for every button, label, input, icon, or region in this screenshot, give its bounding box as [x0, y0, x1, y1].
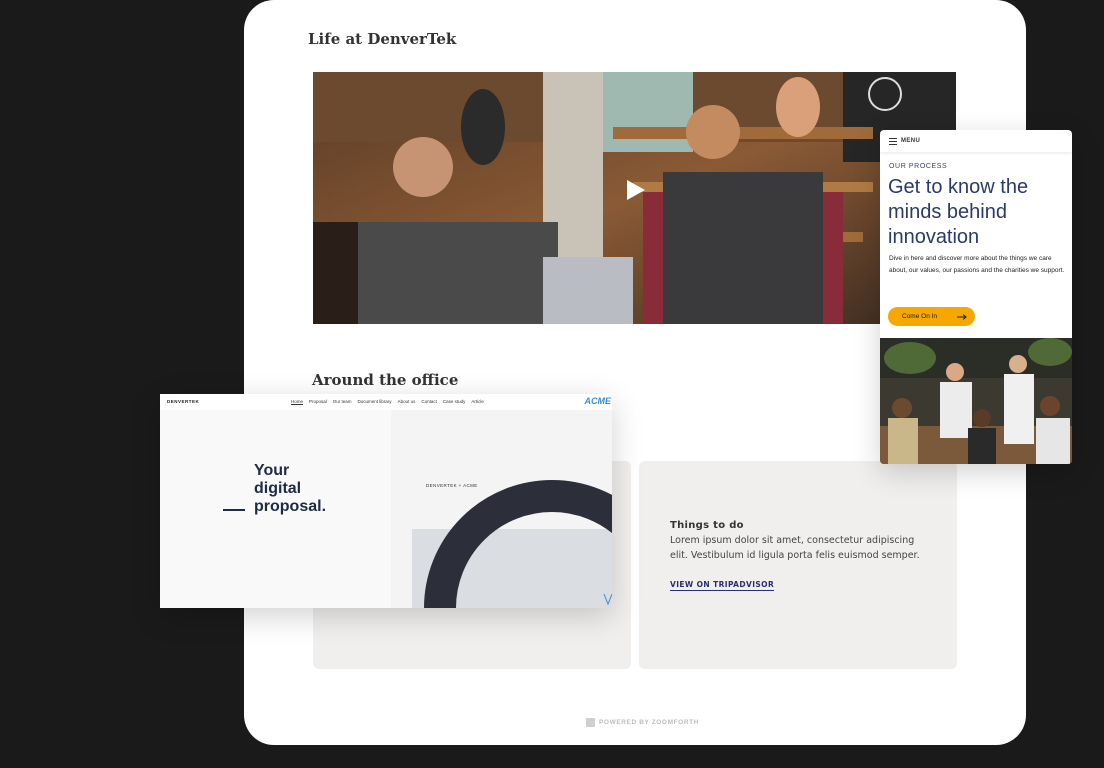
- proposal-title-line-3: proposal.: [254, 498, 327, 515]
- hamburger-icon: [889, 137, 897, 145]
- things-to-do-body: Lorem ipsum dolor sit amet, consectetur …: [670, 535, 920, 561]
- nav-contact[interactable]: Contact: [421, 399, 437, 405]
- nav-our-team[interactable]: Our team: [333, 399, 352, 405]
- proposal-title-line-2: digital: [254, 480, 302, 497]
- nav-about-us[interactable]: About us: [398, 399, 416, 405]
- proposal-nav-bar: DENVERTEK Home Proposal Our team Documen…: [160, 394, 612, 410]
- around-the-office-title: Around the office: [312, 371, 459, 389]
- things-to-do-content: Things to do Lorem ipsum dolor sit amet,…: [670, 520, 930, 591]
- proposal-graphic: [412, 480, 612, 608]
- video-player[interactable]: [313, 72, 956, 324]
- life-at-denvertek-title: Life at DenverTek: [308, 30, 457, 48]
- team-photo: [880, 338, 1072, 464]
- proposal-title-line-1: Your: [254, 462, 290, 479]
- nav-home[interactable]: Home: [291, 399, 304, 405]
- arrow-right-icon: [957, 313, 967, 320]
- mobile-preview: MENU OUR PROCESS Get to know the minds b…: [880, 130, 1072, 464]
- our-process-eyebrow: OUR PROCESS: [889, 163, 948, 170]
- nav-document-library[interactable]: Document library: [358, 399, 392, 405]
- mobile-menu-bar[interactable]: MENU: [880, 130, 1072, 152]
- proposal-title: Your digital proposal.: [254, 462, 326, 516]
- proposal-desktop-preview: DENVERTEK Home Proposal Our team Documen…: [160, 394, 612, 608]
- acme-logo: ACME: [584, 396, 612, 406]
- play-icon[interactable]: [625, 178, 647, 202]
- proposal-nav-links: Home Proposal Our team Document library …: [291, 399, 484, 405]
- nav-proposal[interactable]: Proposal: [309, 399, 327, 405]
- things-to-do-title: Things to do: [670, 520, 744, 531]
- nav-case-study[interactable]: Case study: [443, 399, 466, 405]
- proposal-title-dash: [223, 509, 245, 511]
- tripadvisor-link[interactable]: VIEW ON TRIPADVISOR: [670, 580, 775, 591]
- come-on-in-button[interactable]: Come On In: [888, 307, 975, 326]
- powered-by-label: POWERED BY ZOOMFORTH: [599, 719, 699, 726]
- nav-article[interactable]: Article: [471, 399, 484, 405]
- denvertek-logo[interactable]: DENVERTEK: [167, 399, 199, 404]
- menu-label: MENU: [901, 138, 921, 144]
- mobile-body-text: Dive in here and discover more about the…: [889, 255, 1065, 274]
- mobile-heading: Get to know the minds behind innovation: [888, 176, 1029, 248]
- zoomforth-logo-icon: [586, 718, 595, 727]
- come-on-in-label: Come On In: [902, 313, 938, 320]
- powered-by-footer[interactable]: POWERED BY ZOOMFORTH: [586, 718, 699, 727]
